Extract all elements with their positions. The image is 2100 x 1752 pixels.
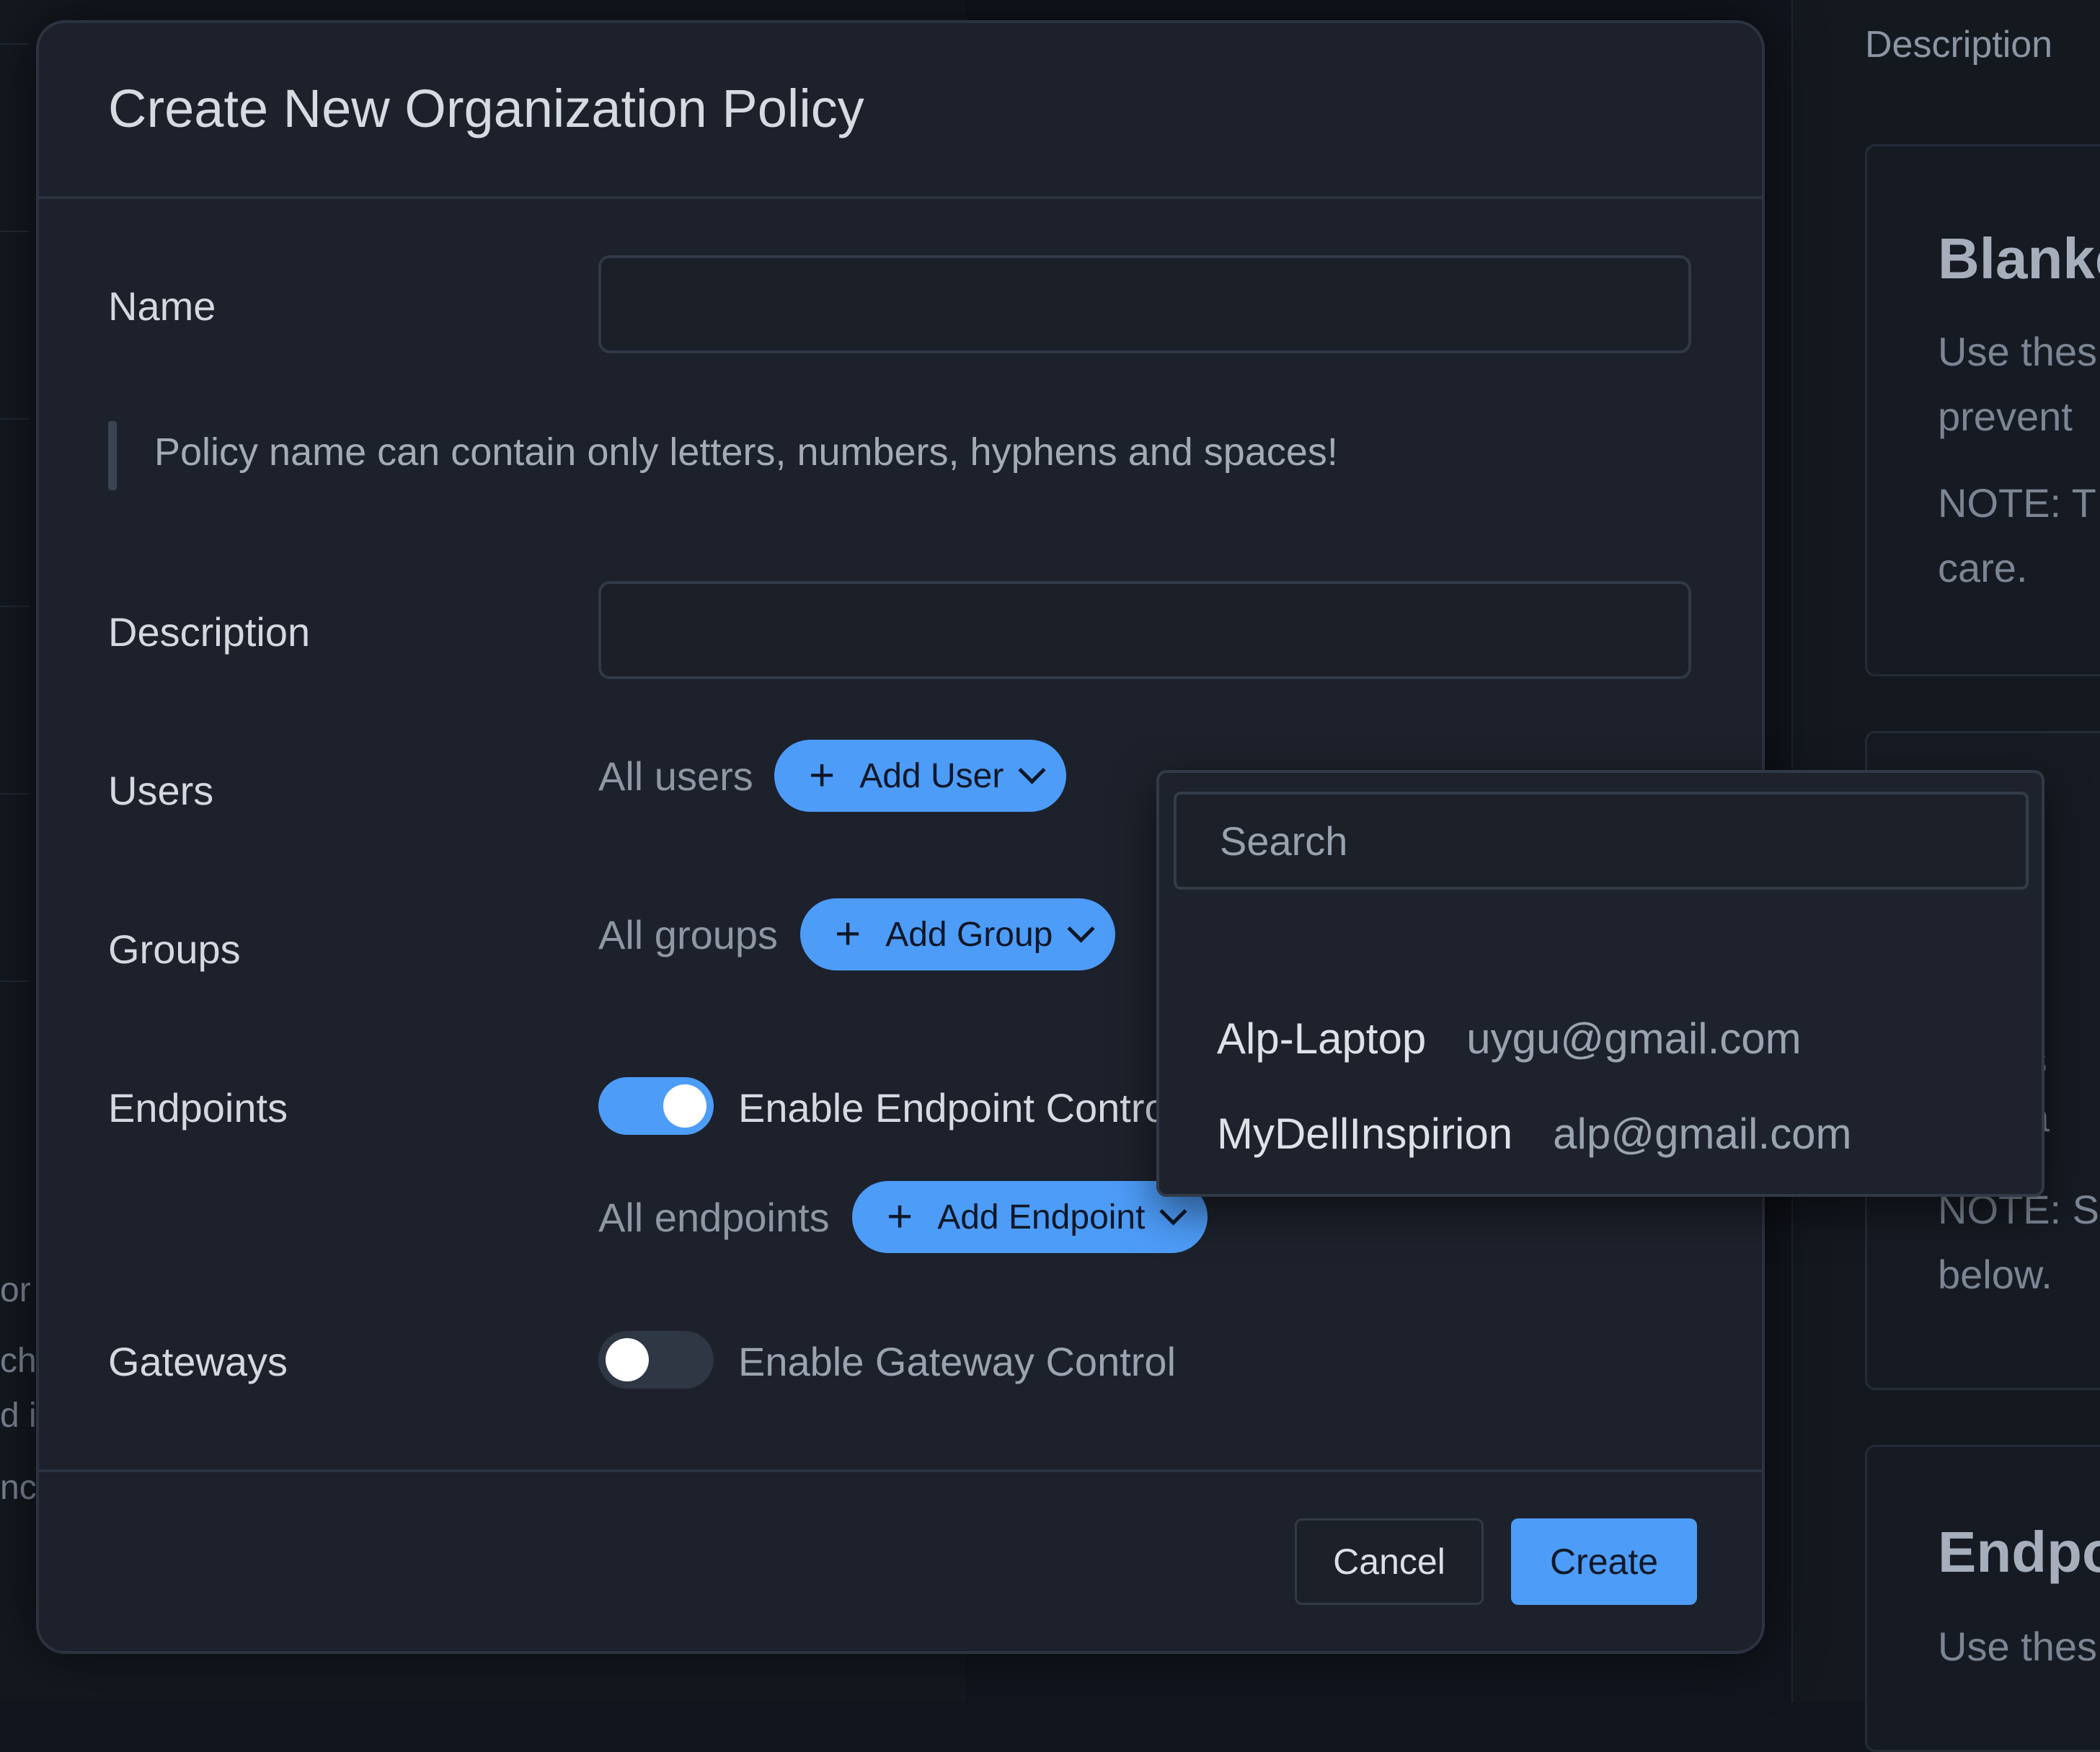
device-email: alp@gmail.com <box>1553 1110 1852 1158</box>
bg-text-fragment: nc <box>0 1469 37 1507</box>
add-group-button[interactable]: + Add Group <box>800 898 1116 970</box>
name-hint: Policy name can contain only letters, nu… <box>154 430 1338 474</box>
bg-panel-header: Description <box>1865 24 2053 66</box>
plus-icon: + <box>887 1192 913 1242</box>
modal-title: Create New Organization Policy <box>108 79 864 138</box>
groups-label: Groups <box>108 926 241 972</box>
cancel-button[interactable]: Cancel <box>1295 1518 1484 1605</box>
bg-card-line: NOTE: T <box>1938 480 2096 526</box>
hint-accent-bar <box>108 421 117 490</box>
endpoint-dropdown: Alp-Laptop uygu@gmail.com MyDellInspirion… <box>1156 770 2044 1197</box>
toggle-knob <box>663 1084 706 1128</box>
name-input[interactable] <box>598 255 1691 353</box>
bg-card: Blanke Use thes prevent NOTE: T care. <box>1865 144 2100 676</box>
endpoints-value: All endpoints <box>598 1195 830 1240</box>
chevron-down-icon <box>1018 756 1046 784</box>
bg-text-fragment: d i <box>0 1397 37 1435</box>
users-value: All users <box>598 753 753 799</box>
list-item[interactable]: Alp-Laptop uygu@gmail.com <box>1217 1014 1802 1063</box>
name-label: Name <box>108 283 216 329</box>
bg-card-title: Endpo <box>1938 1520 2100 1584</box>
toggle-knob <box>606 1338 649 1381</box>
bg-card-line: below. <box>1938 1252 2052 1297</box>
plus-icon: + <box>835 909 861 959</box>
device-email: uygu@gmail.com <box>1466 1014 1802 1063</box>
gateway-control-label: Enable Gateway Control <box>738 1339 1177 1384</box>
bg-card-line: Use thes <box>1938 1624 2097 1669</box>
endpoint-control-label: Enable Endpoint Control <box>738 1085 1177 1131</box>
bg-row-divider <box>0 43 29 218</box>
add-endpoint-button[interactable]: + Add Endpoint <box>852 1181 1208 1253</box>
add-user-button[interactable]: + Add User <box>774 740 1067 812</box>
gateways-label: Gateways <box>108 1339 288 1384</box>
search-input[interactable] <box>1174 792 2029 890</box>
add-group-label: Add Group <box>885 915 1053 954</box>
gateway-control-toggle[interactable] <box>598 1331 714 1389</box>
footer-divider <box>39 1469 1762 1472</box>
add-user-label: Add User <box>859 756 1004 795</box>
chevron-down-icon <box>1159 1197 1188 1226</box>
bg-card-title: Blanke <box>1938 226 2100 291</box>
device-name: Alp-Laptop <box>1217 1014 1427 1063</box>
list-item[interactable]: MyDellInspirion alp@gmail.com <box>1217 1109 1852 1159</box>
modal-header: Create New Organization Policy <box>39 23 1762 199</box>
groups-value: All groups <box>598 912 779 957</box>
bg-row-divider <box>0 606 29 780</box>
endpoint-control-toggle[interactable] <box>598 1077 714 1135</box>
plus-icon: + <box>809 751 836 800</box>
chevron-down-icon <box>1067 914 1095 943</box>
bg-text-fragment: or <box>0 1271 31 1309</box>
bg-card-line: prevent <box>1938 394 2073 439</box>
description-label: Description <box>108 609 311 655</box>
bg-card-line: care. <box>1938 545 2028 590</box>
users-label: Users <box>108 768 214 813</box>
bg-card-line: Use thes <box>1938 329 2097 374</box>
bg-row-divider <box>0 231 29 405</box>
endpoints-label: Endpoints <box>108 1085 288 1131</box>
description-input[interactable] <box>598 581 1691 679</box>
add-endpoint-label: Add Endpoint <box>937 1198 1146 1236</box>
create-button[interactable]: Create <box>1511 1518 1697 1605</box>
bg-row-divider <box>0 981 29 1155</box>
bg-row-divider <box>0 793 29 968</box>
bg-card: Endpo Use thes <box>1865 1445 2100 1752</box>
device-name: MyDellInspirion <box>1217 1110 1513 1158</box>
bg-row-divider <box>0 418 29 593</box>
